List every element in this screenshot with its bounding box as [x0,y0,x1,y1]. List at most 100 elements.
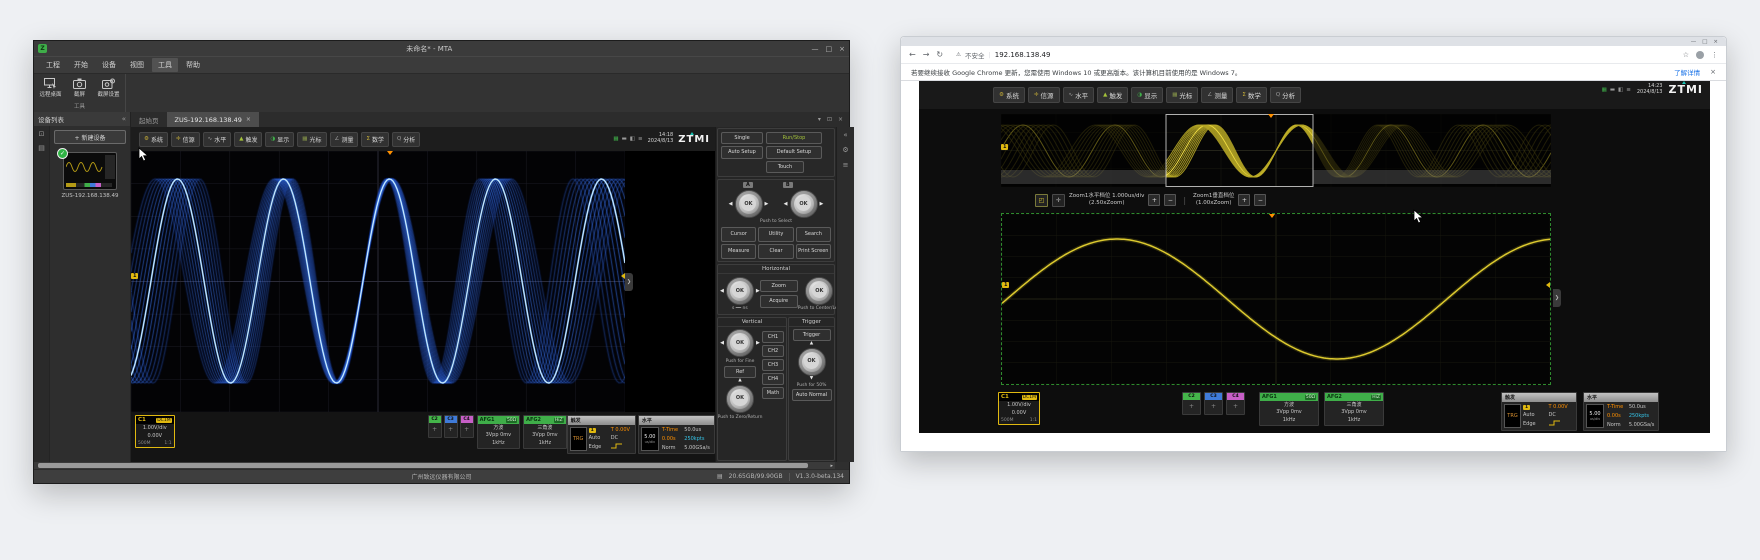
scope-toolbar-button[interactable]: ▲触发 [234,132,262,147]
measure-button[interactable]: Measure [721,244,756,259]
tab-close-icon[interactable]: × [246,116,251,123]
waveform-display[interactable]: 1 [131,151,625,412]
back-icon[interactable]: ← [909,50,916,59]
zoomed-waveform-display[interactable]: 1 [1001,213,1551,385]
gear-icon[interactable]: ⚙ [842,146,848,154]
menu-help[interactable]: 帮助 [180,58,206,72]
dock-files-icon[interactable]: ▤ [38,144,45,152]
scope-toolbar-button[interactable]: ∿水平 [203,132,232,147]
zoom-h-plus-button[interactable]: + [1148,194,1160,206]
maximize-button[interactable]: □ [826,45,833,53]
tab-device[interactable]: ZUS-192.168.138.49 × [167,112,259,127]
expand-panel-icon[interactable]: « [843,131,847,139]
overview-channel1-marker[interactable]: 1 [1001,144,1008,150]
channel-box-c4[interactable]: C4+ [460,415,474,438]
scope-toolbar-button[interactable]: ∿水平 [1063,87,1095,103]
url-text[interactable]: 192.168.138.49 [995,51,1051,59]
chrome-minimize-button[interactable]: — [1691,39,1697,45]
screenshot-button[interactable]: 截屏 [66,76,93,102]
menu-tools[interactable]: 工具 [152,58,178,72]
afg2-box[interactable]: AFG2HiZ 三角波3Vpp 0mv1kHz [523,415,567,449]
clip-status-icon[interactable]: ◧ [1618,87,1623,93]
afg1-box[interactable]: AFG150Ω 方波3Vpp 0mv1kHz [477,415,521,449]
reload-icon[interactable]: ↻ [936,50,943,59]
trigger-box[interactable]: 触发 TRG 1T 0.00V AutoDC Edge [567,415,636,454]
menu-project[interactable]: 工程 [40,58,66,72]
channel-box-c4[interactable]: C4+ [1226,392,1245,415]
chrome-maximize-button[interactable]: □ [1702,39,1707,45]
print-screen-button[interactable]: Print Screen [796,244,831,259]
grid-status-icon[interactable]: ▦ [613,136,618,142]
notification-close-icon[interactable]: × [1710,68,1716,76]
menu-view[interactable]: 视图 [124,58,150,72]
channel-box-c2[interactable]: C2+ [1182,392,1201,415]
profile-avatar[interactable] [1696,51,1704,59]
remote-desktop-button[interactable]: 远程桌面 [37,76,64,102]
scope-toolbar-button[interactable]: ∠测量 [330,132,359,147]
run-stop-button[interactable]: Run/Stop [766,132,822,144]
zoom-v-plus-button[interactable]: + [1238,194,1250,206]
channel1-box[interactable]: C1DC1M 1.00V/div0.00V 500M1:1 [135,415,175,448]
zoom-pan-icon[interactable]: ✛ [1052,194,1065,207]
channel-box-c2[interactable]: C2+ [428,415,442,438]
zoom-trigger-level-marker[interactable] [1546,282,1550,288]
zoom-v-minus-button[interactable]: − [1254,194,1266,206]
web-horizontal-box[interactable]: 水平 5.00us/div T-Time50.0us 0.00s250kpts … [1583,392,1659,431]
address-bar[interactable]: ⚠ 不安全 | 192.168.138.49 [950,50,1676,60]
zoom-button[interactable]: Zoom [760,280,798,292]
web-afg1-box[interactable]: AFG150Ω 方波3Vpp 0mv1kHz [1259,392,1319,426]
menu-start[interactable]: 开始 [68,58,94,72]
cursor-button[interactable]: Cursor [721,227,756,242]
channel-box-c3[interactable]: C3+ [1204,392,1223,415]
vertical-scale-knob[interactable]: OK [726,329,754,357]
security-label[interactable]: 不安全 [965,50,985,60]
scope-toolbar-button[interactable]: Σ数学 [1236,87,1266,103]
list-status-icon[interactable]: ≡ [1626,87,1631,93]
panel-status-icon[interactable]: ▬ [622,136,627,142]
clip-status-icon[interactable]: ◧ [630,136,635,142]
bookmark-star-icon[interactable]: ☆ [1683,51,1689,59]
auto-normal-button[interactable]: Auto Normal [792,389,832,401]
scope-toolbar-button[interactable]: ◑显示 [265,132,294,147]
web-expand-handle[interactable]: ❯ [1553,289,1561,307]
scope-toolbar-button[interactable]: ⚙系统 [993,87,1025,103]
kebab-menu-icon[interactable]: ⋮ [1711,51,1718,59]
ch3-button[interactable]: CH3 [762,359,784,371]
new-device-button[interactable]: + 新建设备 [54,130,126,144]
overview-waveform[interactable]: 1 [1001,114,1551,187]
auto-setup-button[interactable]: Auto Setup [721,146,763,158]
default-setup-button[interactable]: Default Setup [766,146,822,158]
clear-button[interactable]: Clear [758,244,793,259]
zoom-window-select-icon[interactable]: ◰ [1035,194,1048,207]
add-channel-button[interactable]: + [1227,400,1244,414]
overview-trigger-marker[interactable] [1268,114,1274,118]
zoom-h-minus-button[interactable]: − [1164,194,1176,206]
add-channel-button[interactable]: + [1183,400,1200,414]
horizontal-scale-knob[interactable]: OK [726,277,754,305]
scope-toolbar-button[interactable]: ▲触发 [1097,87,1128,103]
hamburger-icon[interactable]: ≡ [843,161,849,169]
panel-status-icon[interactable]: ▬ [1610,87,1615,93]
zoom-trigger-marker[interactable] [1269,214,1275,218]
grid-status-icon[interactable]: ▦ [1602,87,1607,93]
scope-toolbar-button[interactable]: ⚙系统 [139,132,168,147]
horizontal-position-knob[interactable]: OK [805,277,833,305]
title-bar[interactable]: Z 未命名* - MTA — □ × [34,41,849,56]
scope-toolbar-button[interactable]: ✛信源 [171,132,200,147]
vertical-position-knob[interactable]: OK [726,385,754,413]
acquire-button[interactable]: Acquire [760,295,798,307]
utility-button[interactable]: Utility [758,227,793,242]
close-button[interactable]: × [839,45,845,53]
add-channel-button[interactable]: + [429,423,441,437]
tab-home[interactable]: 起始页 [131,112,167,127]
math-button[interactable]: Math [762,387,784,399]
touch-button[interactable]: Touch [766,161,804,173]
trigger-menu-button[interactable]: Trigger [793,329,831,341]
scope-toolbar-button[interactable]: ✛信源 [1028,87,1060,103]
chrome-tab-strip[interactable]: — □ × [901,37,1726,46]
horizontal-scrollbar[interactable]: ▸ [34,462,849,469]
channel-box-c3[interactable]: C3+ [444,415,458,438]
trigger-position-marker[interactable] [387,151,393,155]
device-card[interactable]: ✓ ZUS-192.168.138.49 [61,152,119,199]
panel-close-icon[interactable]: × [838,116,843,123]
